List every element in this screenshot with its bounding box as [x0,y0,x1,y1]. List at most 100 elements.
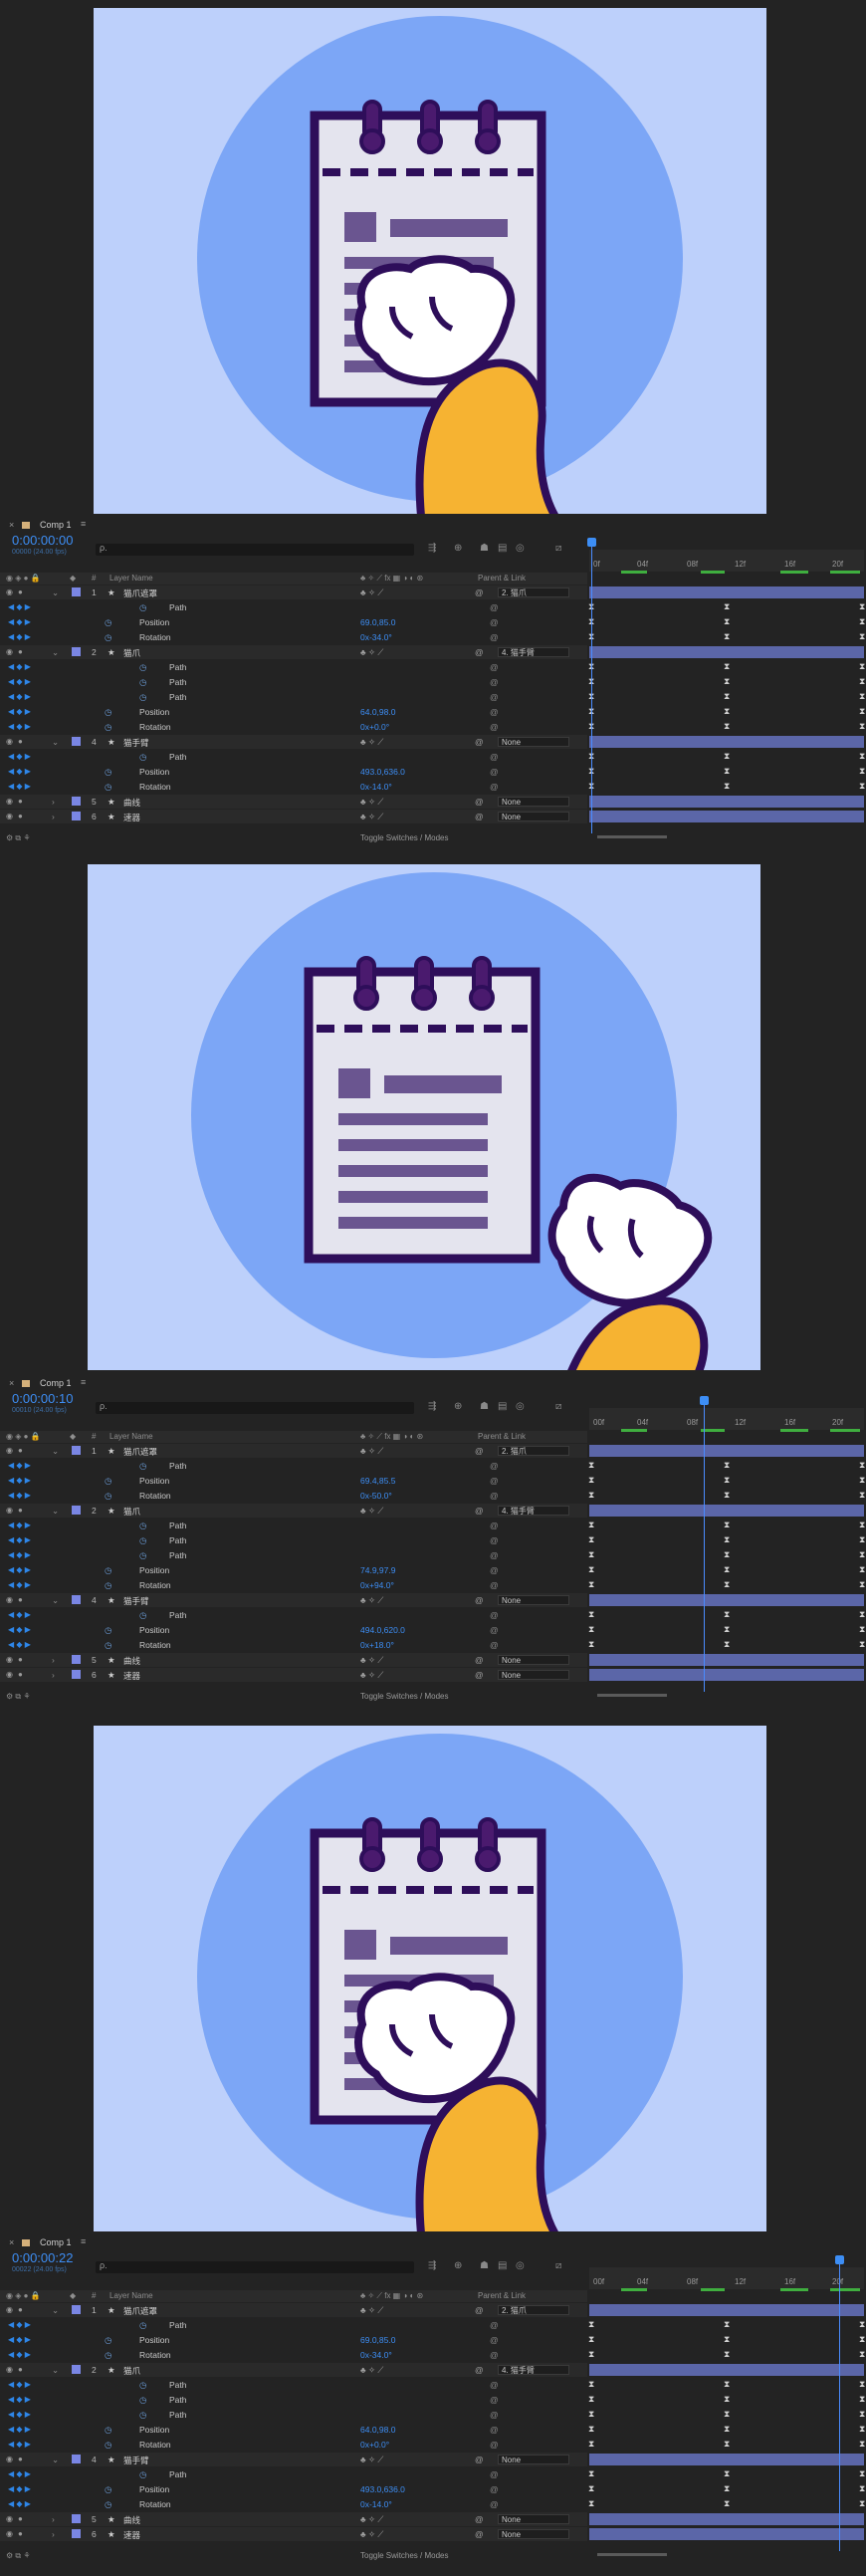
stopwatch-icon[interactable]: ◷ [105,1476,111,1487]
expression-pick-whip-icon[interactable]: @ [490,782,499,792]
keyframe-nav-icon[interactable]: ◀ ◆ ▶ [8,677,31,686]
solo-icon[interactable]: ● [18,2305,23,2314]
solo-icon[interactable]: ● [18,2365,23,2374]
keyframe-marker[interactable]: ⧗ [859,631,865,642]
visibility-eye-icon[interactable]: ◉ [6,1655,13,1664]
pick-whip-icon[interactable]: @ [475,1595,484,1605]
layer-name[interactable]: 曲线 [123,797,140,809]
expression-pick-whip-icon[interactable]: @ [490,1491,499,1501]
keyframe-marker[interactable]: ⧗ [859,2409,865,2420]
property-row[interactable]: ◀ ◆ ▶ ◷ Rotation 0x+0.0° @ [0,720,587,734]
keyframe-marker[interactable]: ⧗ [859,601,865,612]
keyframe-nav-icon[interactable]: ◀ ◆ ▶ [8,2320,31,2329]
layer-name[interactable]: 猫爪 [123,647,140,659]
keyframe-nav-icon[interactable]: ◀ ◆ ▶ [8,617,31,626]
close-icon[interactable]: × [9,520,14,530]
layer-switches[interactable]: ♣ ✧ ⟋ [360,2514,383,2525]
keyframe-marker[interactable]: ⧗ [588,1460,594,1471]
zoom-slider[interactable] [597,1694,667,1697]
keyframe-nav-icon[interactable]: ◀ ◆ ▶ [8,1580,31,1589]
keyframe-marker[interactable]: ⧗ [724,631,730,642]
keyframe-nav-icon[interactable]: ◀ ◆ ▶ [8,2440,31,2449]
layer-name[interactable]: 猫爪遮罩 [123,587,157,599]
property-row[interactable]: ◀ ◆ ▶ ◷ Path @ [0,675,587,689]
layer-row[interactable]: ◉ ● ⌄ 2 ★ 猫爪 ♣ ✧ ⟋ @4. 猫手臂 [0,1504,587,1518]
layer-name-header[interactable]: Layer Name [109,1432,153,1441]
label-color-swatch[interactable] [72,1670,81,1679]
keyframe-marker[interactable]: ⧗ [588,1579,594,1590]
zoom-slider[interactable] [597,835,667,838]
property-row[interactable]: ◀ ◆ ▶ ◷ Position 74.9,97.9 @ [0,1563,587,1577]
layer-row[interactable]: ◉ ● ⌄ 2 ★ 猫爪 ♣ ✧ ⟋ @4. 猫手臂 [0,2363,587,2377]
twirl-chevron-icon[interactable]: › [52,1655,55,1665]
keyframe-marker[interactable]: ⧗ [724,661,730,672]
property-value[interactable]: 0x+94.0° [360,1580,394,1590]
property-row[interactable]: ◀ ◆ ▶ ◷ Rotation 0x-34.0° @ [0,630,587,644]
stopwatch-icon[interactable]: ◷ [139,677,146,688]
parent-select[interactable]: 4. 猫手臂 [498,647,569,657]
keyframe-marker[interactable]: ⧗ [859,676,865,687]
layer-row[interactable]: ◉ ● ⌄ 1 ★ 猫爪遮罩 ♣ ✧ ⟋ @2. 猫爪 [0,585,587,599]
property-row[interactable]: ◀ ◆ ▶ ◷ Path @ [0,600,587,614]
expression-pick-whip-icon[interactable]: @ [490,2350,499,2360]
property-row[interactable]: ◀ ◆ ▶ ◷ Path @ [0,1459,587,1473]
keyframe-nav-icon[interactable]: ◀ ◆ ▶ [8,1535,31,1544]
property-row[interactable]: ◀ ◆ ▶ ◷ Path @ [0,660,587,674]
keyframe-marker[interactable]: ⧗ [724,2394,730,2405]
expression-pick-whip-icon[interactable]: @ [490,1535,499,1545]
keyframe-marker[interactable]: ⧗ [724,1624,730,1635]
keyframe-marker[interactable]: ⧗ [724,1639,730,1650]
solo-icon[interactable]: ● [18,647,23,656]
keyframe-marker[interactable]: ⧗ [859,2483,865,2494]
parent-select[interactable]: None [498,1655,569,1665]
keyframe-nav-icon[interactable]: ◀ ◆ ▶ [8,782,31,791]
layer-name[interactable]: 猫爪遮罩 [123,1446,157,1458]
stopwatch-icon[interactable]: ◷ [139,2320,146,2331]
visibility-eye-icon[interactable]: ◉ [6,797,13,806]
property-value[interactable]: 0x-34.0° [360,2350,392,2360]
solo-icon[interactable]: ● [18,737,23,746]
visibility-eye-icon[interactable]: ◉ [6,647,13,656]
twirl-chevron-icon[interactable]: ⌄ [52,737,59,748]
property-row[interactable]: ◀ ◆ ▶ ◷ Path @ [0,1608,587,1622]
keyframe-marker[interactable]: ⧗ [724,2468,730,2479]
label-color-swatch[interactable] [72,647,81,656]
property-value[interactable]: 0x-50.0° [360,1491,392,1501]
expression-pick-whip-icon[interactable]: @ [490,2499,499,2509]
keyframe-marker[interactable]: ⧗ [859,1534,865,1545]
keyframe-nav-icon[interactable]: ◀ ◆ ▶ [8,1625,31,1634]
expression-pick-whip-icon[interactable]: @ [490,1625,499,1635]
label-color-swatch[interactable] [72,2365,81,2374]
solo-icon[interactable]: ● [18,587,23,596]
stopwatch-icon[interactable]: ◷ [139,1461,146,1472]
keyframe-marker[interactable]: ⧗ [859,1579,865,1590]
visibility-eye-icon[interactable]: ◉ [6,587,13,596]
graph-editor-icon[interactable]: ⧄ [555,2260,561,2271]
expression-pick-whip-icon[interactable]: @ [490,1565,499,1575]
stopwatch-icon[interactable]: ◷ [105,1580,111,1591]
draft-3d-icon[interactable]: ⊕ [454,2260,462,2271]
twirl-chevron-icon[interactable]: ⌄ [52,647,59,658]
property-value[interactable]: 69.0,85.0 [360,617,395,627]
property-value[interactable]: 0x+0.0° [360,2440,389,2450]
toggle-switches-modes[interactable]: Toggle Switches / Modes [360,2551,449,2560]
twirl-chevron-icon[interactable]: ⌄ [52,2305,59,2316]
frame-blending-icon[interactable]: ▤ [498,1401,507,1412]
panel-menu-icon[interactable]: ≡ [81,2236,86,2246]
visibility-eye-icon[interactable]: ◉ [6,2305,13,2314]
label-color-swatch[interactable] [72,812,81,820]
property-row[interactable]: ◀ ◆ ▶ ◷ Path @ [0,2408,587,2422]
property-row[interactable]: ◀ ◆ ▶ ◷ Path @ [0,750,587,764]
keyframe-marker[interactable]: ⧗ [859,2394,865,2405]
keyframe-marker[interactable]: ⧗ [724,1520,730,1530]
stopwatch-icon[interactable]: ◷ [139,2410,146,2421]
keyframe-marker[interactable]: ⧗ [859,781,865,792]
expression-pick-whip-icon[interactable]: @ [490,1550,499,1560]
keyframe-nav-icon[interactable]: ◀ ◆ ▶ [8,2335,31,2344]
property-value[interactable]: 69.4,85.5 [360,1476,395,1486]
parent-link-header[interactable]: Parent & Link [478,2291,526,2300]
comp-mini-flowchart-icon[interactable]: ⇶ [428,543,436,554]
keyframe-marker[interactable]: ⧗ [859,2498,865,2509]
stopwatch-icon[interactable]: ◷ [139,1535,146,1546]
expression-pick-whip-icon[interactable]: @ [490,2320,499,2330]
